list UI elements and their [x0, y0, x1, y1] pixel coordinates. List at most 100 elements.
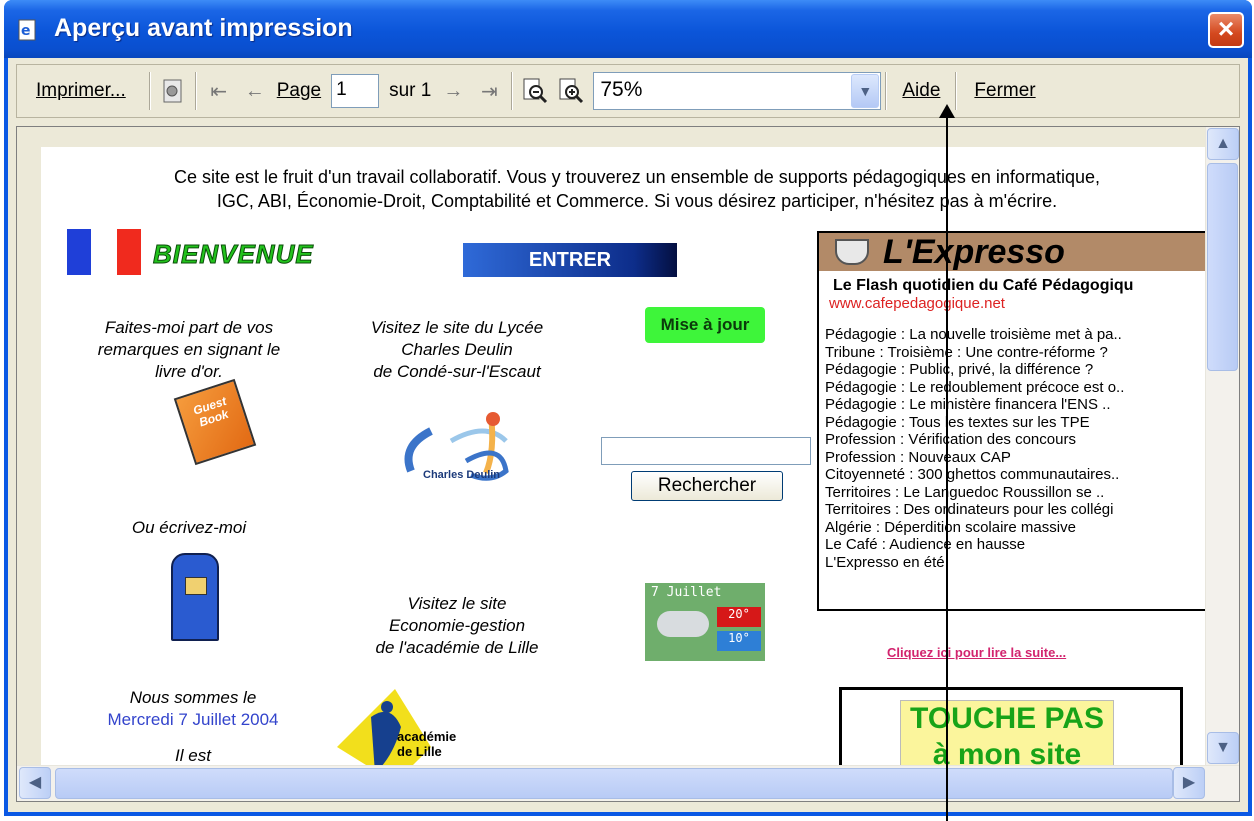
close-window-button[interactable]: ×: [1208, 12, 1244, 48]
news-item[interactable]: Pédagogie : Le redoublement précoce est …: [825, 379, 1199, 397]
title-bar[interactable]: e Aperçu avant impression ×: [4, 0, 1252, 58]
guestbook-line: remarques en signant le: [97, 340, 281, 359]
close-preview-button[interactable]: Fermer: [961, 71, 1048, 111]
client-area: Imprimer... ⇤ ← Page 1 sur 1 → ⇥ 75% ▼ A…: [8, 58, 1248, 812]
expresso-title: L'Expresso: [883, 233, 1065, 271]
touche-line: TOUCHE PAS: [910, 702, 1104, 735]
news-item[interactable]: Citoyenneté : 300 ghettos communautaires…: [825, 466, 1199, 484]
chevron-right-icon: ▶: [1182, 774, 1196, 791]
toolbar: Imprimer... ⇤ ← Page 1 sur 1 → ⇥ 75% ▼ A…: [16, 64, 1240, 118]
bienvenue-banner: BIENVENUE: [153, 239, 314, 270]
lycee-line: Charles Deulin: [401, 340, 513, 359]
eco-line: Economie-gestion: [388, 616, 526, 635]
news-item[interactable]: Pédagogie : Le ministère financera l'ENS…: [825, 396, 1199, 414]
news-item[interactable]: Profession : Nouveaux CAP: [825, 449, 1199, 467]
news-item[interactable]: Pédagogie : La nouvelle troisième met à …: [825, 326, 1199, 344]
date-intro: Nous sommes le: [129, 688, 257, 707]
entrer-button[interactable]: ENTRER: [463, 243, 677, 277]
news-item[interactable]: Territoires : Le Languedoc Roussillon se…: [825, 484, 1199, 502]
help-label: Aide: [902, 80, 941, 101]
chevron-down-icon[interactable]: ▼: [851, 74, 880, 108]
current-date: Mercredi 7 Juillet 2004: [107, 710, 279, 729]
intro-line: IGC, ABI, Économie-Droit, Comptabilité e…: [216, 191, 1058, 211]
print-button[interactable]: Imprimer...: [17, 71, 145, 111]
expresso-news-box: L'Expresso Le Flash quotidien du Café Pé…: [817, 231, 1207, 611]
lycee-text: Visitez le site du Lycée Charles Deulin …: [337, 317, 577, 383]
expresso-news-list: Pédagogie : La nouvelle troisième met à …: [819, 312, 1205, 571]
guestbook-text: Faites-moi part de vos remarques en sign…: [71, 317, 307, 383]
flag-white-stripe: [91, 229, 115, 275]
news-item[interactable]: Profession : Vérification des concours: [825, 431, 1199, 449]
zoom-out-button[interactable]: [517, 71, 553, 111]
preview-page: Ce site est le fruit d'un travail collab…: [41, 147, 1223, 801]
print-preview-window: e Aperçu avant impression × Imprimer... …: [4, 0, 1252, 816]
search-button[interactable]: Rechercher: [631, 471, 783, 501]
eco-line: de l'académie de Lille: [375, 638, 539, 657]
news-item[interactable]: Le Café : Audience en hausse: [825, 536, 1199, 554]
intro-line: Ce site est le fruit d'un travail collab…: [174, 167, 1100, 187]
guestbook-line: Faites-moi part de vos: [104, 318, 274, 337]
date-block: Nous sommes le Mercredi 7 Juillet 2004 I…: [81, 687, 305, 767]
zoom-in-button[interactable]: [553, 71, 589, 111]
toolbar-separator: [148, 72, 151, 110]
chevron-up-icon: ▲: [1215, 135, 1231, 152]
horizontal-scrollbar[interactable]: ◀ ▶: [17, 765, 1239, 801]
expresso-url[interactable]: www.cafepedagogique.net: [819, 295, 1205, 312]
previous-page-button[interactable]: ←: [237, 71, 273, 111]
zoom-value: 75%: [600, 78, 643, 101]
news-item[interactable]: Territoires : Des ordinateurs pour les c…: [825, 501, 1199, 519]
print-label: Imprimer...: [36, 80, 126, 101]
news-item[interactable]: Tribune : Troisième : Une contre-réforme…: [825, 344, 1199, 362]
scroll-right-button[interactable]: ▶: [1173, 767, 1205, 799]
search-input[interactable]: [601, 437, 811, 465]
guestbook-icon[interactable]: Guest Book: [173, 378, 257, 466]
expresso-header: L'Expresso: [819, 233, 1205, 271]
news-item[interactable]: Pédagogie : Public, privé, la différence…: [825, 361, 1199, 379]
guestbook-line: livre d'or.: [155, 362, 223, 381]
weather-widget: 7 Juillet 20° 10°: [645, 583, 765, 661]
mise-a-jour-badge[interactable]: Mise à jour: [645, 307, 765, 343]
first-page-icon: ⇤: [210, 80, 228, 103]
last-page-icon: ⇥: [480, 80, 498, 103]
deulin-logo-text: Charles Deulin: [423, 469, 501, 481]
french-flag-image: [67, 229, 145, 275]
scroll-down-button[interactable]: ▼: [1207, 732, 1239, 764]
weather-date: 7 Juillet: [651, 585, 722, 600]
eco-gestion-text: Visitez le site Economie-gestion de l'ac…: [337, 593, 577, 659]
news-item[interactable]: Algérie : Déperdition scolaire massive: [825, 519, 1199, 537]
toolbar-separator: [955, 72, 958, 110]
ie-page-icon: e: [18, 19, 36, 41]
flag-red-stripe: [117, 229, 141, 275]
horizontal-scroll-thumb[interactable]: [55, 768, 1173, 799]
cloud-icon: [657, 611, 709, 637]
read-more-link[interactable]: Cliquez ici pour lire la suite...: [887, 645, 1066, 660]
academie-line: de Lille: [397, 744, 442, 759]
vertical-scrollbar[interactable]: ▲ ▼: [1205, 127, 1239, 765]
academie-logo-text: académie de Lille: [397, 729, 456, 759]
mailbox-icon[interactable]: [171, 553, 219, 641]
vertical-scroll-thumb[interactable]: [1207, 163, 1238, 371]
news-item[interactable]: L'Expresso en été: [825, 554, 1199, 572]
news-item[interactable]: Pédagogie : Tous les textes sur les TPE: [825, 414, 1199, 432]
page-setup-button[interactable]: [155, 71, 191, 111]
charles-deulin-logo[interactable]: Charles Deulin: [391, 411, 541, 491]
svg-text:e: e: [21, 23, 31, 39]
temperature-min: 10°: [717, 631, 761, 651]
scroll-left-button[interactable]: ◀: [19, 767, 51, 799]
eco-line: Visitez le site: [407, 594, 507, 613]
page-number-input[interactable]: 1: [331, 74, 380, 108]
scroll-up-button[interactable]: ▲: [1207, 128, 1239, 160]
next-page-icon: →: [443, 79, 464, 102]
lycee-line: Visitez le site du Lycée: [370, 318, 544, 337]
annotation-arrow-line: [946, 108, 948, 821]
last-page-button[interactable]: ⇥: [471, 71, 507, 111]
next-page-button[interactable]: →: [435, 71, 471, 111]
first-page-button[interactable]: ⇤: [201, 71, 237, 111]
zoom-select[interactable]: 75% ▼: [593, 72, 882, 110]
zoom-out-icon: [523, 78, 548, 104]
page-setup-icon: [163, 79, 182, 103]
chevron-left-icon: ◀: [28, 774, 42, 791]
academie-line: académie: [397, 729, 457, 744]
preview-area: Ce site est le fruit d'un travail collab…: [16, 126, 1240, 802]
previous-page-icon: ←: [244, 79, 265, 102]
